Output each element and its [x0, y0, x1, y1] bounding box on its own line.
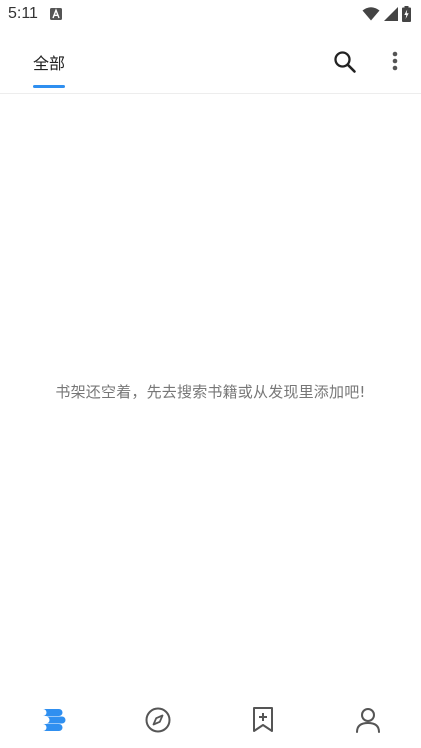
- wifi-icon: [362, 7, 380, 21]
- tab-indicator: [33, 85, 65, 88]
- status-right: [362, 6, 411, 22]
- nav-bookmarks[interactable]: [211, 692, 316, 748]
- person-icon: [356, 708, 381, 733]
- more-options-button[interactable]: [386, 50, 404, 74]
- nav-bookshelf[interactable]: [0, 692, 105, 748]
- app-bar: 全部: [0, 28, 421, 94]
- cell-signal-icon: [384, 7, 398, 21]
- empty-bookshelf-message: 书架还空着，先去搜索书籍或从发现里添加吧!: [55, 383, 366, 401]
- search-button[interactable]: [332, 49, 358, 75]
- status-left: 5:11: [8, 5, 62, 23]
- bottom-nav: [0, 692, 421, 748]
- status-time: 5:11: [8, 5, 38, 22]
- bookmark-add-icon: [253, 707, 274, 732]
- bookshelf-icon: [42, 709, 66, 731]
- tab-all-label: 全部: [33, 54, 66, 73]
- more-vert-icon: [392, 51, 398, 71]
- battery-charging-icon: [402, 6, 411, 22]
- tab-all[interactable]: 全部: [33, 28, 67, 93]
- compass-icon: [145, 707, 171, 733]
- nav-discover[interactable]: [105, 692, 210, 748]
- status-bar: 5:11: [0, 0, 421, 28]
- search-icon: [334, 51, 356, 73]
- nav-profile[interactable]: [316, 692, 421, 748]
- notification-a-icon: [49, 8, 62, 20]
